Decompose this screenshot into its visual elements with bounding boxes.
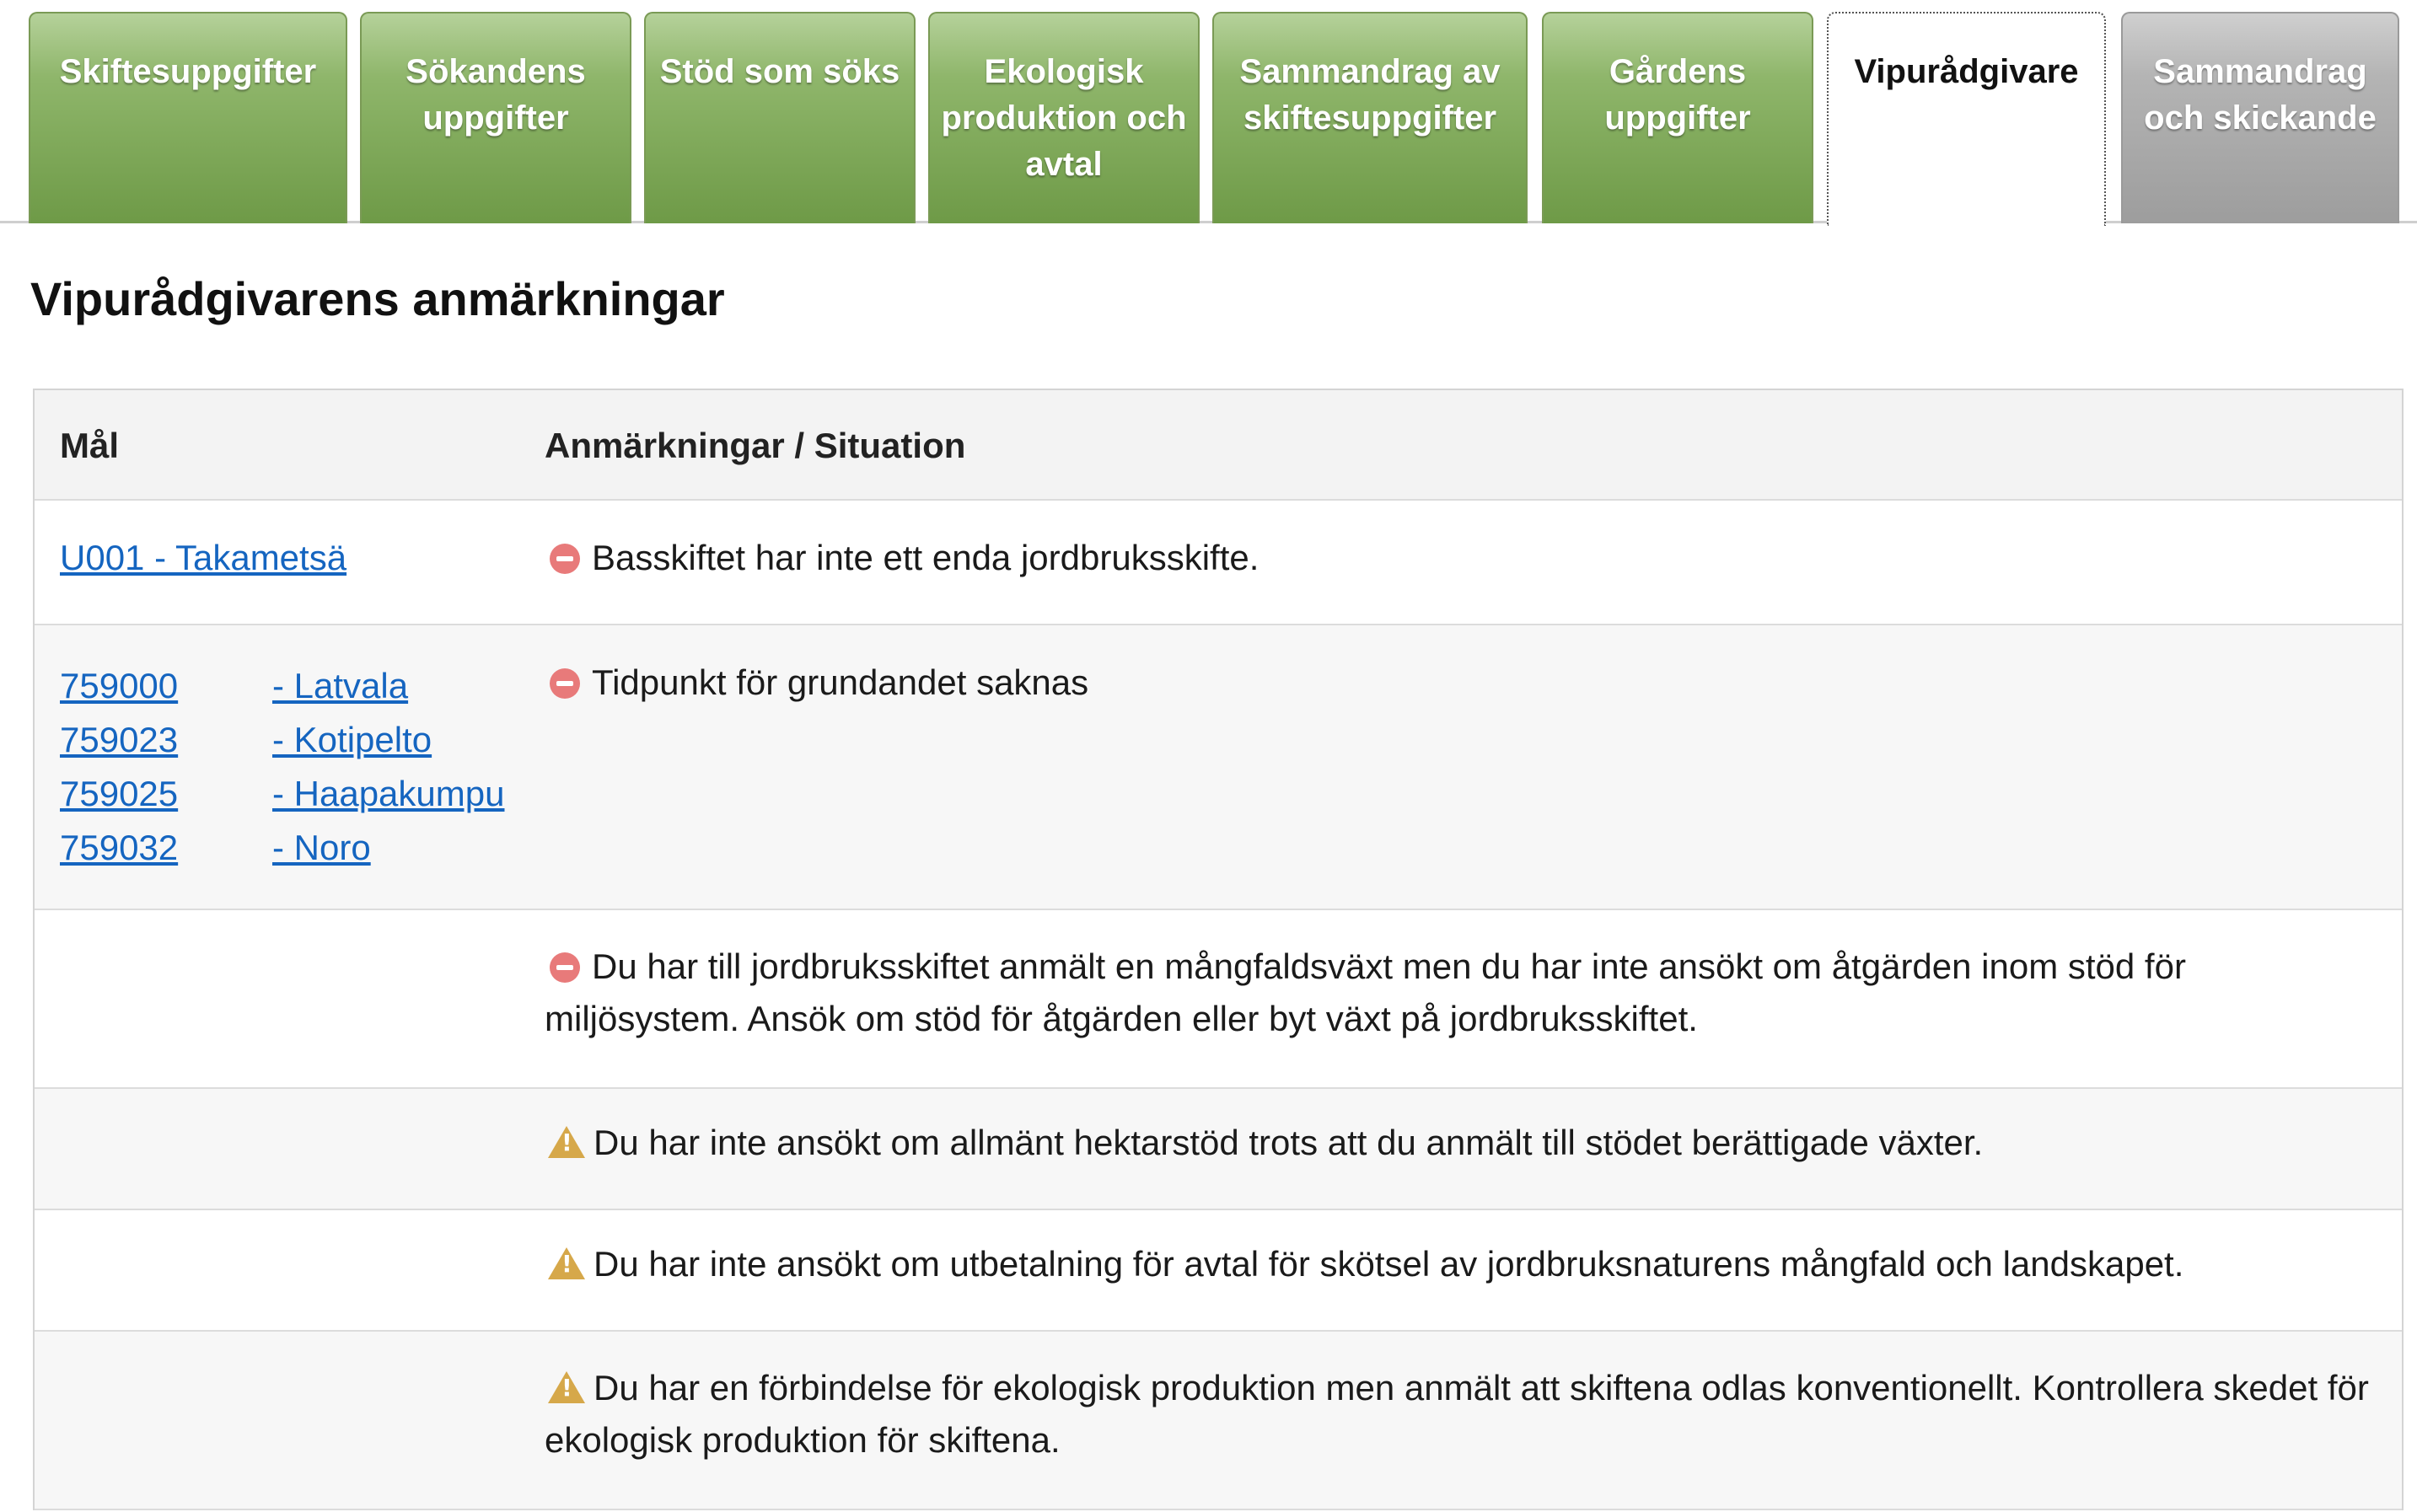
column-header-remarks: Anmärkningar / Situation: [545, 426, 966, 465]
parcel-name-link[interactable]: - Kotipelto: [272, 713, 432, 767]
goal-link-base-parcel[interactable]: U001 - Takametsä: [60, 538, 346, 577]
error-icon: [550, 668, 580, 699]
remark-text: Du har inte ansökt om allmänt hektarstöd…: [594, 1123, 1984, 1162]
error-icon: [550, 952, 580, 983]
table-row: 759000 - Latvala 759023 - Kotipelto 7590…: [35, 625, 2402, 910]
remark-text: Tidpunkt för grundandet saknas: [592, 662, 1089, 702]
table-row: Du har en förbindelse för ekologisk prod…: [35, 1332, 2402, 1510]
parcel-name-link[interactable]: - Haapakumpu: [272, 767, 504, 821]
tab-sammandrag-och-skickande[interactable]: Sammandrag och skickande: [2121, 12, 2399, 223]
parcel-name-link[interactable]: - Noro: [272, 821, 371, 875]
tab-label: Stöd som söks: [659, 53, 900, 90]
tab-sokandens-uppgifter[interactable]: Sökandens uppgifter: [360, 12, 631, 223]
parcel-code-link[interactable]: 759023: [60, 713, 186, 767]
tab-label: Sökandens uppgifter: [406, 53, 586, 137]
parcel-item: 759025 - Haapakumpu: [60, 767, 532, 821]
warning-icon: [548, 1126, 585, 1158]
tab-sammandrag-skiftesuppgifter[interactable]: Sammandrag av skiftesuppgifter: [1212, 12, 1528, 223]
table-row: Du har till jordbruksskiftet anmält en m…: [35, 910, 2402, 1089]
tab-skiftesuppgifter[interactable]: Skiftesuppgifter: [29, 12, 347, 223]
remark-text: Basskiftet har inte ett enda jordbrukssk…: [592, 538, 1260, 577]
tab-label: Gårdens uppgifter: [1604, 53, 1751, 137]
parcel-item: 759032 - Noro: [60, 821, 532, 875]
table-header-row: Mål Anmärkningar / Situation: [35, 390, 2402, 501]
tab-label: Sammandrag av skiftesuppgifter: [1239, 53, 1501, 137]
table-row: U001 - Takametsä Basskiftet har inte ett…: [35, 501, 2402, 625]
parcel-name-link[interactable]: - Latvala: [272, 659, 408, 713]
remark-text: Du har till jordbruksskiftet anmält en m…: [545, 946, 2186, 1038]
tab-label: Sammandrag och skickande: [2144, 53, 2377, 137]
tab-bar: Skiftesuppgifter Sökandens uppgifter Stö…: [0, 0, 2417, 226]
tab-ekologisk-produktion[interactable]: Ekologisk produktion och avtal: [928, 12, 1200, 223]
tab-gardens-uppgifter[interactable]: Gårdens uppgifter: [1542, 12, 1813, 223]
parcel-code-link[interactable]: 759000: [60, 659, 186, 713]
parcel-item: 759023 - Kotipelto: [60, 713, 532, 767]
remarks-table: Mål Anmärkningar / Situation U001 - Taka…: [33, 389, 2404, 1510]
remark-text: Du har en förbindelse för ekologisk prod…: [545, 1368, 2369, 1460]
parcel-code-link[interactable]: 759032: [60, 821, 186, 875]
column-header-goal: Mål: [60, 426, 120, 465]
tab-label: Vipurådgivare: [1854, 53, 2079, 90]
tab-vipuradgivare[interactable]: Vipurådgivare: [1827, 12, 2106, 226]
parcel-item: 759000 - Latvala: [60, 659, 532, 713]
error-icon: [550, 544, 580, 574]
table-row: Du har inte ansökt om allmänt hektarstöd…: [35, 1089, 2402, 1210]
remark-text: Du har inte ansökt om utbetalning för av…: [594, 1244, 2184, 1284]
tab-label: Ekologisk produktion och avtal: [941, 53, 1187, 183]
tab-stod-som-soks[interactable]: Stöd som söks: [644, 12, 916, 223]
page-title: Vipurådgivarens anmärkningar: [30, 272, 725, 325]
parcel-code-link[interactable]: 759025: [60, 767, 186, 821]
table-row: Du har inte ansökt om utbetalning för av…: [35, 1210, 2402, 1332]
warning-icon: [548, 1371, 585, 1403]
tab-label: Skiftesuppgifter: [59, 53, 317, 90]
warning-icon: [548, 1247, 585, 1279]
